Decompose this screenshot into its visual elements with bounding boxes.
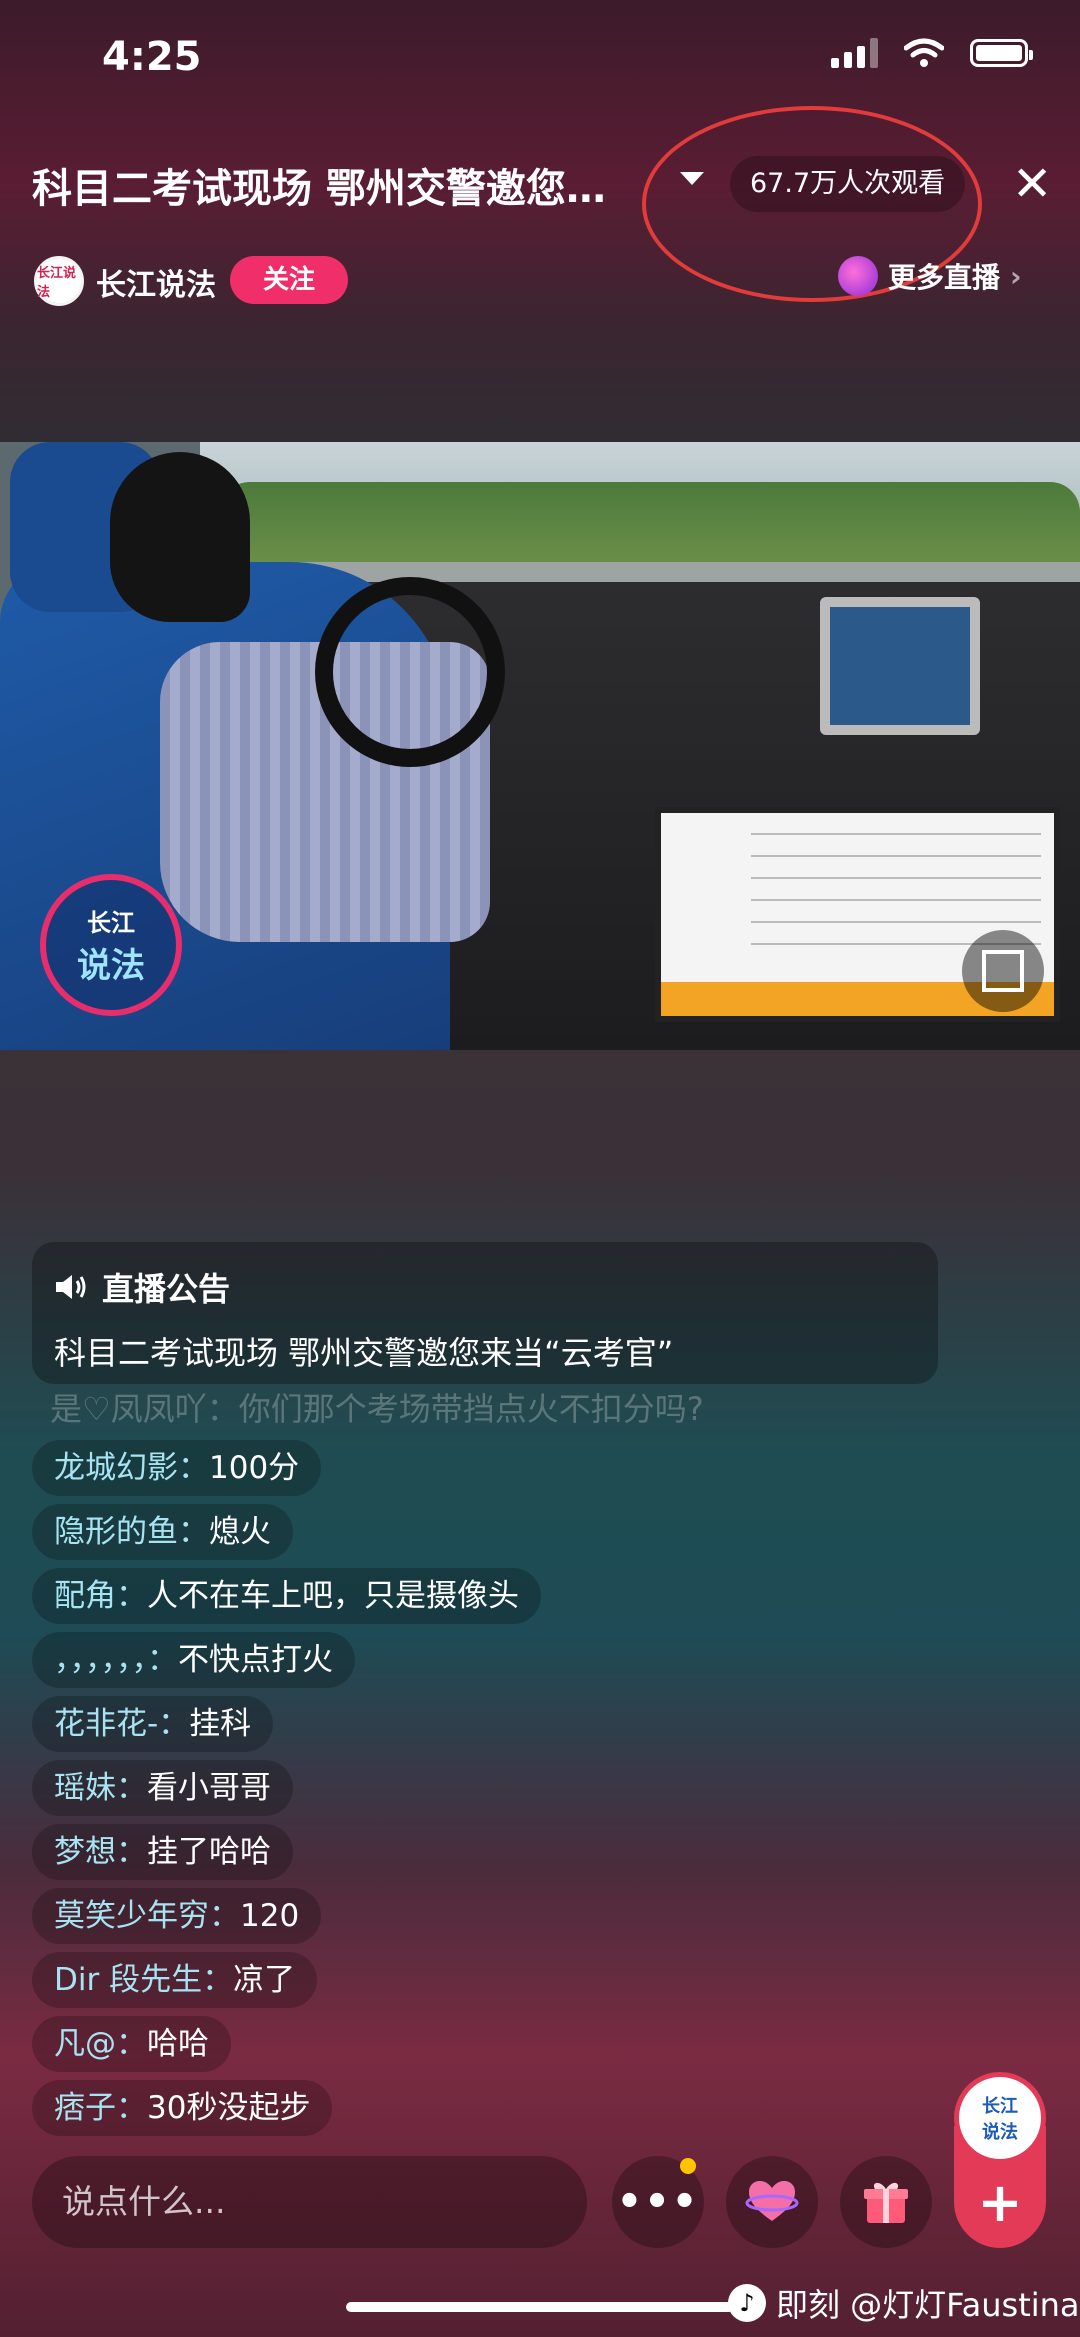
channel-logo-watermark: 长江 说法: [40, 874, 182, 1016]
status-icons: [831, 38, 1033, 68]
comment-input[interactable]: 说点什么...: [32, 2156, 587, 2248]
chat-message[interactable]: 凡@： 哈哈: [32, 2016, 231, 2072]
chat-message[interactable]: 隐形的鱼： 熄火: [32, 1504, 293, 1560]
gift-icon: [864, 2182, 908, 2223]
cellular-signal-icon: [831, 38, 878, 68]
more-live-thumbnail-icon: [838, 256, 878, 296]
app-watermark: ♪ 即刻 @灯灯Faustina: [728, 2280, 1080, 2326]
chat-username[interactable]: 龙城幻影：: [54, 1440, 209, 1496]
chat-text: 人不在车上吧，只是摄像头: [147, 1578, 519, 1614]
chat-text: 看小哥哥: [147, 1770, 271, 1806]
chat-message[interactable]: 梦想： 挂了哈哈: [32, 1824, 293, 1880]
more-live-button[interactable]: 更多直播 ›: [838, 256, 1022, 296]
chat-text: 挂科: [189, 1706, 252, 1742]
fullscreen-icon[interactable]: [962, 930, 1044, 1012]
battery-icon: [970, 39, 1033, 67]
chat-username[interactable]: ，，，，，，：: [54, 1632, 178, 1688]
wifi-icon: [904, 38, 944, 67]
heart-planet-icon: [745, 2181, 799, 2221]
chat-username[interactable]: 梦想：: [54, 1824, 147, 1880]
chat-message[interactable]: 花非花-： 挂科: [32, 1696, 274, 1752]
chat-text: 哈哈: [147, 2026, 209, 2062]
announcement-text: 科目二考试现场 鄂州交警邀您来当“云考官”: [54, 1334, 674, 1372]
status-time: 4:25: [102, 34, 202, 80]
faded-chat-message: 是♡凤凤吖：你们那个考场带挡点火不扣分吗?: [50, 1390, 704, 1428]
chat-username[interactable]: 莫笑少年穷：: [54, 1888, 240, 1944]
chat-text: 挂了哈哈: [147, 1834, 271, 1870]
exam-device-screen: [820, 597, 980, 735]
follow-button[interactable]: 关注: [230, 256, 348, 304]
chat-username[interactable]: 配角：: [54, 1568, 147, 1624]
music-note-icon: ♪: [728, 2284, 766, 2322]
chat-message[interactable]: ，，，，，，： 不快点打火: [32, 1632, 355, 1688]
chat-text: 120: [240, 1898, 300, 1934]
channel-avatar[interactable]: 长江说法: [34, 256, 84, 306]
chat-username[interactable]: 花非花-：: [54, 1696, 189, 1752]
live-video-player[interactable]: 长江 说法: [0, 442, 1080, 1050]
chat-message[interactable]: 配角： 人不在车上吧，只是摄像头: [32, 1568, 541, 1624]
home-indicator[interactable]: [346, 2302, 734, 2312]
driver-head: [110, 452, 250, 622]
announcement-heading: 直播公告: [102, 1270, 231, 1308]
channel-name[interactable]: 长江说法: [96, 260, 216, 304]
chat-username[interactable]: 瑶妹：: [54, 1760, 147, 1816]
gift-button[interactable]: [840, 2156, 932, 2248]
chat-text: 100分: [209, 1450, 300, 1486]
chat-message[interactable]: 痞子： 30秒没起步: [32, 2080, 333, 2136]
steering-wheel: [315, 577, 505, 767]
chat-list: 龙城幻影： 100分 隐形的鱼： 熄火 配角： 人不在车上吧，只是摄像头，，，，，，： 不快…: [32, 1440, 541, 2136]
channel-corner-logo[interactable]: 长江 说法: [954, 2072, 1046, 2164]
chat-username[interactable]: 痞子：: [54, 2080, 147, 2136]
live-announcement: 直播公告 科目二考试现场 鄂州交警邀您来当“云考官”: [32, 1242, 938, 1384]
chat-message[interactable]: 瑶妹： 看小哥哥: [32, 1760, 293, 1816]
more-live-label: 更多直播: [888, 261, 1001, 294]
notification-dot: [680, 2158, 696, 2174]
chat-message[interactable]: Dir 段先生： 凉了: [32, 1952, 318, 2008]
chat-text: 凉了: [233, 1962, 296, 1998]
speaker-icon: [56, 1275, 86, 1299]
chat-username[interactable]: Dir 段先生：: [54, 1952, 233, 2008]
chat-text: 熄火: [209, 1514, 271, 1550]
chat-text: 不快点打火: [178, 1642, 333, 1678]
like-button[interactable]: [726, 2156, 818, 2248]
live-title[interactable]: 科目二考试现场 鄂州交警邀您…: [32, 156, 672, 214]
chat-username[interactable]: 凡@：: [54, 2016, 147, 2072]
chat-message[interactable]: 龙城幻影： 100分: [32, 1440, 322, 1496]
chat-username[interactable]: 隐形的鱼：: [54, 1504, 209, 1560]
chat-message[interactable]: 莫笑少年穷： 120: [32, 1888, 322, 1944]
chat-text: 30秒没起步: [147, 2090, 311, 2126]
chevron-right-icon: ›: [1010, 259, 1022, 293]
close-icon[interactable]: ✕: [1012, 160, 1052, 208]
